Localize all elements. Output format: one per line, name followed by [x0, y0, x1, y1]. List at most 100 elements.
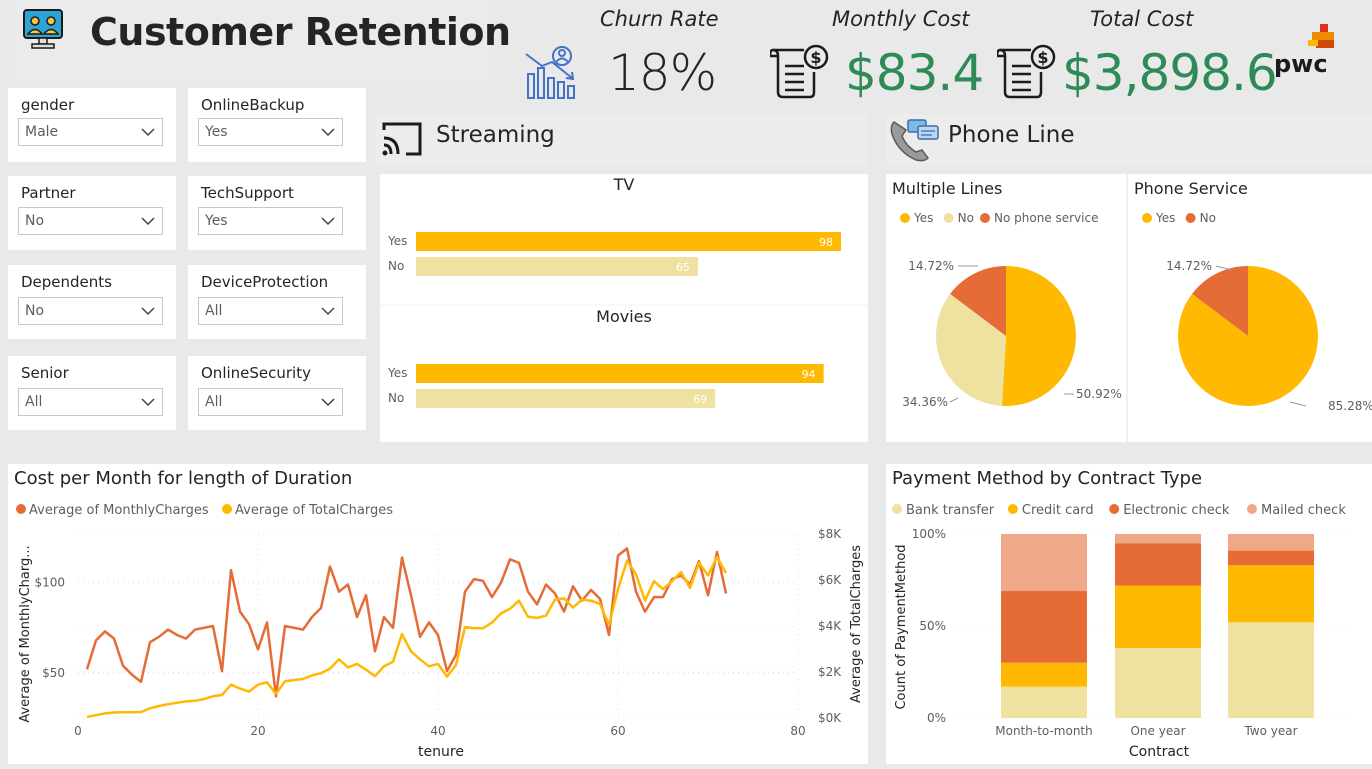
slicer-dropdown-partner[interactable]: No: [18, 207, 163, 235]
chevron-down-icon: [140, 124, 156, 138]
slicer-label: OnlineBackup: [201, 96, 305, 114]
slicer-partner: Partner No: [8, 176, 176, 250]
bar-chart-title: TV: [613, 175, 635, 194]
stacked-bar-segment: [1228, 534, 1314, 551]
payment-stacked-chart: Payment Method by Contract Type Bank tran…: [892, 468, 1356, 760]
slicer-dropdown-gender[interactable]: Male: [18, 118, 163, 146]
svg-text:$: $: [810, 48, 821, 67]
slicer-deviceprotection: DeviceProtection All: [188, 265, 366, 339]
invoice-dollar-icon: $: [768, 42, 830, 104]
stacked-bar-segment: [1001, 662, 1087, 687]
legend-marker: [943, 213, 954, 223]
stacked-bar-segment: [1115, 585, 1201, 649]
chevron-down-icon: [140, 394, 156, 408]
x-tick-label: 60: [610, 724, 625, 738]
payment-chart-panel: Payment Method by Contract Type Bank tran…: [886, 464, 1372, 764]
data-label: 65: [676, 261, 690, 274]
churn-chart-icon: [522, 44, 580, 104]
slicer-label: Senior: [21, 364, 69, 382]
category-label: Yes: [387, 234, 407, 248]
legend-label: No: [958, 211, 974, 225]
slicer-dropdown-techsupport[interactable]: Yes: [198, 207, 343, 235]
slicer-value: Yes: [205, 213, 228, 229]
churn-rate-label: Churn Rate: [600, 7, 719, 31]
legend-marker: [892, 504, 902, 514]
x-tick-label: 20: [250, 724, 265, 738]
data-label: 14.72%: [1166, 259, 1212, 273]
legend-marker: [1185, 213, 1196, 223]
slicer-label: gender: [21, 96, 75, 114]
chevron-down-icon: [140, 213, 156, 227]
y2-tick-label: $4K: [818, 619, 842, 633]
slicer-value: Male: [25, 124, 59, 140]
category-label: Yes: [387, 366, 407, 380]
chevron-down-icon: [320, 124, 336, 138]
legend-marker: [980, 213, 990, 223]
bar: [416, 257, 698, 276]
monthly-cost-label: Monthly Cost: [832, 7, 970, 31]
slicer-techsupport: TechSupport Yes: [188, 176, 366, 250]
slicer-onlinebackup: OnlineBackup Yes: [188, 88, 366, 162]
x-axis-title: tenure: [418, 744, 464, 760]
x-tick-label: 80: [790, 724, 805, 738]
stacked-bar-segment: [1228, 550, 1314, 566]
slicer-dropdown-senior[interactable]: All: [18, 388, 163, 416]
data-label: 50.92%: [1076, 387, 1122, 401]
slicer-dropdown-onlinesecurity[interactable]: All: [198, 388, 343, 416]
slicer-dropdown-deviceprotection[interactable]: All: [198, 297, 343, 325]
x-tick-label: One year: [1130, 724, 1185, 738]
phone-panel: Multiple Lines Yes No No phone service 50.92…: [886, 174, 1372, 442]
chevron-down-icon: [320, 213, 336, 227]
line-chart: Cost per Month for length of Duration Ave…: [14, 468, 864, 760]
svg-text:$: $: [1037, 48, 1048, 67]
legend-marker: [1142, 213, 1152, 223]
slicer-value: All: [205, 303, 223, 319]
category-label: No: [388, 259, 404, 273]
streaming-bar-charts: TV Yes 98 No 65 Movies Yes 94 No 69: [380, 175, 868, 408]
slicer-label: OnlineSecurity: [201, 364, 311, 382]
leader-line: [1289, 401, 1307, 407]
data-label: 69: [693, 393, 707, 406]
slicer-dropdown-dependents[interactable]: No: [18, 297, 163, 325]
stacked-bar-segment: [1115, 648, 1201, 718]
slicer-value: All: [25, 394, 43, 410]
leader-line: [1215, 265, 1233, 271]
phone-line-title: Phone Line: [948, 122, 1075, 148]
stacked-bar-segment: [1228, 565, 1314, 623]
y-axis-title: Average of MonthlyCharg...: [18, 545, 33, 722]
data-label: 98: [819, 236, 833, 249]
slicer-value: Yes: [205, 124, 228, 140]
brand-text: pwc: [1274, 50, 1328, 78]
total-cost-label: Total Cost: [1090, 7, 1194, 31]
slicer-gender: gender Male: [8, 88, 176, 162]
slicer-value: No: [25, 303, 45, 319]
y-tick-label: 100%: [912, 527, 946, 541]
legend-label: Mailed check: [1261, 503, 1346, 518]
stacked-bar-segment: [1228, 622, 1314, 718]
stacked-bar-segment: [1001, 686, 1087, 718]
legend-label: Bank transfer: [906, 503, 995, 518]
invoice-dollar-icon-2: $: [995, 42, 1057, 104]
streaming-panel: TV Yes 98 No 65 Movies Yes 94 No 69: [380, 174, 868, 442]
customer-monitor-icon: [22, 6, 64, 52]
y-tick-label: 0%: [927, 711, 946, 725]
chevron-down-icon: [140, 303, 156, 317]
chevron-down-icon: [320, 394, 336, 408]
legend-label: Electronic check: [1123, 503, 1230, 518]
stacked-bar-segment: [1001, 534, 1087, 592]
y2-tick-label: $6K: [818, 573, 842, 587]
slicer-dropdown-onlinebackup[interactable]: Yes: [198, 118, 343, 146]
data-label: 14.72%: [908, 259, 954, 273]
slicer-senior: Senior All: [8, 356, 176, 430]
legend-marker: [1109, 504, 1120, 514]
x-tick-label: 0: [74, 724, 82, 738]
x-tick-label: Two year: [1243, 724, 1297, 738]
payment-chart-title: Payment Method by Contract Type: [892, 468, 1202, 489]
category-label: No: [388, 391, 404, 405]
legend-label: No: [1200, 211, 1216, 225]
legend-label: No phone service: [994, 211, 1098, 225]
y-tick-label: $50: [42, 666, 65, 680]
monthly-cost-value: $83.4: [845, 44, 984, 102]
legend-label: Yes: [913, 211, 933, 225]
legend-marker: [16, 504, 26, 514]
